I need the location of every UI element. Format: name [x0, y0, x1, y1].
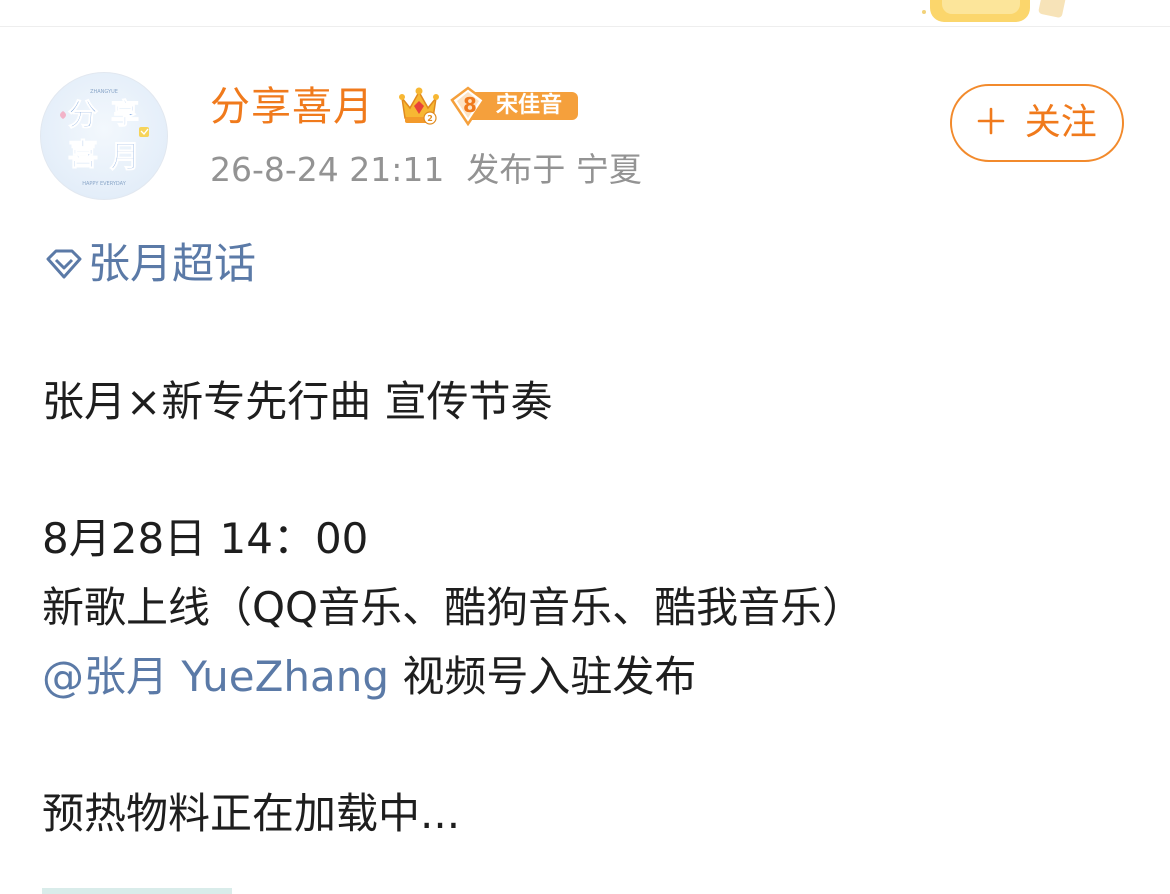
follow-button-label: 关注 — [1024, 102, 1097, 143]
post-text-line-mention: @张月 YueZhang 视频号入驻发布 — [42, 649, 696, 705]
svg-text:HAPPY EVERYDAY: HAPPY EVERYDAY — [82, 181, 126, 187]
fan-badge-label: 宋佳音 — [496, 93, 563, 118]
topic-link[interactable]: 张月超话 — [44, 236, 256, 292]
post-text-line: 8月28日 14：00 — [42, 514, 369, 563]
svg-text:月: 月 — [110, 140, 140, 175]
avatar[interactable]: ZHANGYUE 分 享 喜 月 HAPPY EVERYDAY — [40, 72, 168, 200]
svg-text:2: 2 — [427, 114, 433, 123]
post-meta: 26-8-24 21:11 发布于 宁夏 — [210, 148, 642, 192]
svg-text:ZHANGYUE: ZHANGYUE — [90, 89, 118, 95]
post-text-line: 新歌上线（QQ音乐、酷狗音乐、酷我音乐） — [42, 583, 865, 632]
media-preview-edge[interactable] — [42, 888, 232, 894]
svg-text:享: 享 — [111, 97, 139, 130]
avatar-image: ZHANGYUE 分 享 喜 月 HAPPY EVERYDAY — [60, 89, 149, 187]
crown-icon: 2 — [399, 87, 439, 125]
post-location: 发布于 宁夏 — [466, 150, 642, 189]
svg-text:喜: 喜 — [68, 138, 98, 173]
svg-text:分: 分 — [68, 98, 98, 133]
weibo-post-page: ZHANGYUE 分 享 喜 月 HAPPY EVERYDAY 分享喜月 2 8… — [0, 0, 1170, 894]
post-text-line: 张月×新专先行曲 宣传节奏 — [42, 377, 553, 426]
decorative-sticker-icon — [922, 0, 1066, 22]
user-mention-link[interactable]: @张月 YueZhang — [42, 652, 389, 701]
diamond-icon — [46, 249, 82, 278]
topic-label: 张月超话 — [88, 239, 257, 288]
follow-button[interactable]: 关注 — [950, 84, 1124, 162]
author-name[interactable]: 分享喜月 — [210, 82, 374, 132]
post-text-fragment: 视频号入驻发布 — [389, 652, 697, 701]
post-timestamp: 26-8-24 21:11 — [210, 150, 445, 189]
top-strip — [0, 0, 1170, 27]
plus-icon — [977, 102, 1016, 143]
fan-badge-level: 8 — [463, 93, 477, 117]
post-text-line: 预热物料正在加载中... — [42, 789, 461, 838]
